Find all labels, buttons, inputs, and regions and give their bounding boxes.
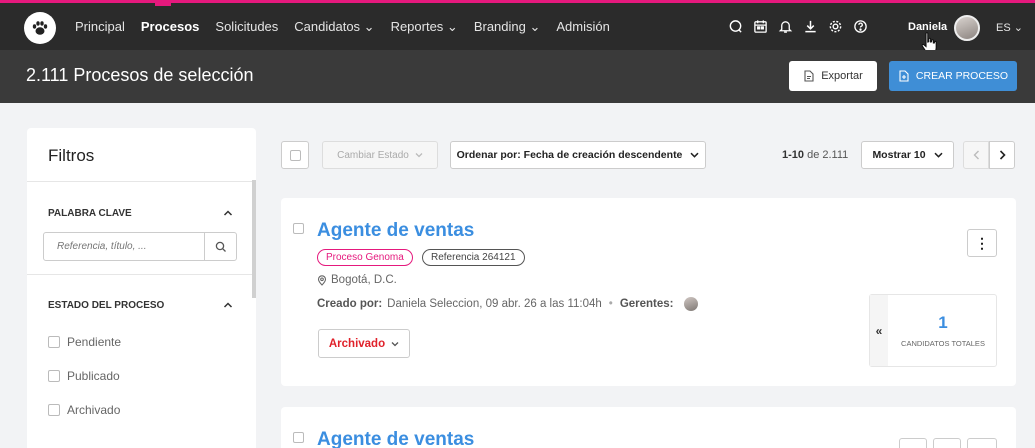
candidates-stats: « 1 CANDIDATOS TOTALES	[869, 294, 997, 367]
top-navbar: Principal Procesos Solicitudes Candidato…	[0, 0, 1035, 54]
change-state-dropdown[interactable]: Cambiar Estado	[322, 141, 438, 169]
checkbox[interactable]	[48, 404, 60, 416]
checkbox[interactable]	[48, 370, 60, 382]
checkbox[interactable]	[48, 336, 60, 348]
next-page-button[interactable]	[989, 141, 1015, 169]
header-icons	[727, 18, 868, 34]
state-option-label: Pendiente	[67, 335, 122, 349]
kebab-icon: ⋮	[975, 234, 989, 251]
search-icon	[215, 241, 226, 252]
page-size-dropdown[interactable]: Mostrar 10	[861, 141, 954, 169]
chat-icon[interactable]	[727, 18, 743, 34]
job-checkbox[interactable]	[293, 432, 304, 443]
filters-title: Filtros	[48, 146, 95, 165]
process-type-tag: Proceso Genoma	[317, 249, 413, 266]
card-action-button[interactable]	[899, 438, 927, 448]
change-state-label: Cambiar Estado	[337, 149, 409, 161]
nav-item-procesos[interactable]: Procesos	[141, 19, 200, 35]
job-card: Agente de ventas	[281, 407, 1016, 448]
chevron-left-icon	[973, 150, 979, 160]
chevron-down-icon	[934, 152, 943, 158]
chevron-down-icon	[690, 152, 699, 158]
settings-icon[interactable]	[827, 18, 843, 34]
chevron-up-icon[interactable]	[223, 301, 233, 309]
create-icon	[899, 70, 909, 82]
export-label: Exportar	[821, 70, 863, 82]
page-title: 2.111 Procesos de selección	[26, 65, 254, 85]
previous-page-button[interactable]	[963, 141, 989, 169]
checkbox	[289, 149, 301, 161]
state-option-pendiente[interactable]: Pendiente	[48, 335, 121, 349]
chevron-down-icon	[391, 341, 399, 346]
nav-item-principal[interactable]: Principal	[75, 19, 125, 35]
language-selector[interactable]: ES ⌄	[996, 21, 1023, 34]
status-label: Archivado	[328, 337, 386, 350]
card-action-button[interactable]	[933, 438, 961, 448]
calendar-icon[interactable]	[752, 18, 768, 34]
download-icon[interactable]	[802, 18, 818, 34]
chevron-down-icon	[415, 153, 423, 158]
keyword-search-box	[43, 232, 237, 261]
created-by-label: Creado por:	[317, 298, 383, 310]
job-title[interactable]: Agente de ventas	[317, 429, 474, 448]
help-icon[interactable]	[852, 18, 868, 34]
candidates-label: CANDIDATOS TOTALES	[901, 339, 985, 348]
order-by-label: Ordenar por: Fecha de creación descenden…	[456, 149, 683, 161]
job-location: Bogotá, D.C.	[317, 274, 397, 286]
location-text: Bogotá, D.C.	[331, 274, 397, 286]
keyword-search-button[interactable]	[204, 233, 236, 260]
page-header: 2.111 Procesos de selección Exportar CRE…	[0, 50, 1035, 103]
pagination-range: 1-10	[782, 149, 805, 161]
collapse-stats-button[interactable]: «	[870, 295, 888, 366]
nav-item-reportes[interactable]: Reportes ⌄	[391, 19, 458, 35]
nav-item-candidatos[interactable]: Candidatos ⌄	[294, 19, 374, 35]
location-pin-icon	[317, 274, 327, 286]
created-by-value: Daniela Seleccion, 09 abr. 26 a las 11:0…	[387, 298, 602, 310]
reference-tag: Referencia 264121	[422, 249, 525, 266]
user-avatar[interactable]	[954, 15, 980, 41]
select-all-checkbox[interactable]	[281, 141, 309, 169]
filters-panel: Filtros PALABRA CLAVE ESTADO DEL PROCESO…	[27, 128, 256, 448]
nav-item-admision[interactable]: Admisión	[556, 19, 609, 35]
order-by-dropdown[interactable]: Ordenar por: Fecha de creación descenden…	[450, 141, 706, 169]
job-title[interactable]: Agente de ventas	[317, 220, 474, 242]
page-size-label: Mostrar 10	[872, 149, 926, 161]
create-process-label: CREAR PROCESO	[915, 70, 1009, 82]
double-chevron-left-icon: «	[875, 323, 883, 338]
chevron-right-icon	[999, 150, 1006, 160]
chevron-up-icon[interactable]	[223, 209, 233, 217]
job-meta: Creado por: Daniela Seleccion, 09 abr. 2…	[317, 297, 698, 311]
state-option-publicado[interactable]: Publicado	[48, 369, 120, 383]
filters-scrollbar[interactable]	[252, 180, 256, 298]
more-options-button[interactable]: ⋮	[967, 229, 997, 257]
divider	[27, 181, 256, 182]
more-options-button[interactable]	[967, 438, 997, 448]
keyword-input[interactable]	[44, 233, 204, 260]
nav-item-solicitudes[interactable]: Solicitudes	[215, 19, 278, 35]
status-dropdown[interactable]: Archivado	[318, 329, 410, 358]
export-button[interactable]: Exportar	[789, 61, 877, 91]
main-nav: Principal Procesos Solicitudes Candidato…	[75, 19, 610, 35]
pagination-total: de 2.111	[807, 149, 849, 161]
job-card: Agente de ventas Proceso Genoma Referenc…	[281, 198, 1016, 386]
export-icon	[804, 70, 814, 82]
state-option-archivado[interactable]: Archivado	[48, 403, 120, 417]
active-nav-indicator	[155, 3, 171, 6]
candidates-count[interactable]: 1	[888, 313, 998, 333]
state-option-label: Publicado	[67, 369, 120, 383]
bell-icon[interactable]	[777, 18, 793, 34]
logo-paw-icon[interactable]	[24, 12, 56, 44]
divider	[27, 274, 256, 275]
pagination-info: 1-10 de 2.111	[782, 149, 848, 161]
state-option-label: Archivado	[67, 403, 121, 417]
managers-label: Gerentes:	[619, 298, 674, 310]
job-checkbox[interactable]	[293, 223, 304, 234]
create-process-button[interactable]: CREAR PROCESO	[889, 61, 1017, 91]
separator-dot: •	[608, 298, 613, 310]
keyword-section-label: PALABRA CLAVE	[48, 208, 132, 219]
state-section-label: ESTADO DEL PROCESO	[48, 300, 165, 311]
nav-item-branding[interactable]: Branding ⌄	[474, 19, 541, 35]
manager-avatar[interactable]	[683, 297, 698, 311]
